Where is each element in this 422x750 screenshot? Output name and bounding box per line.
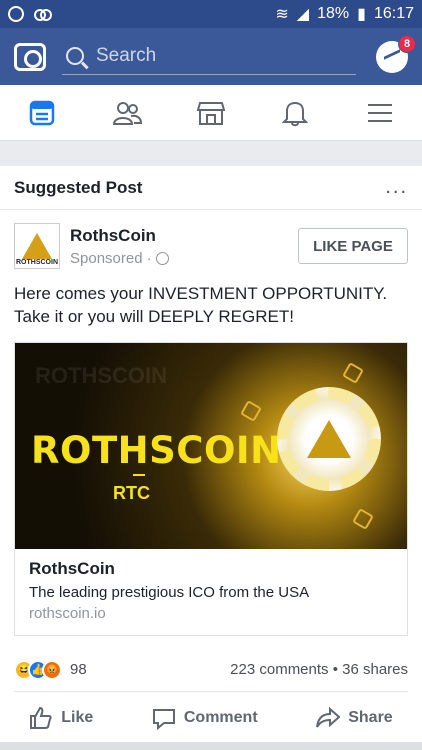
share-button[interactable]: Share [316,706,393,730]
avatar-text: ROTHSCOIN [16,259,58,266]
avatar[interactable]: ROTHSCOIN [14,223,60,269]
notification-icon [8,6,24,22]
comment-button[interactable]: Comment [152,706,258,730]
gear-logo-icon [277,387,381,491]
reactions-count[interactable]: 98 [70,661,87,678]
share-icon [316,706,341,728]
ghost-logo-text: ROTHSCOIN [35,363,167,388]
hex-decoration [342,362,364,384]
clock: 16:17 [373,5,414,22]
like-page-button[interactable]: LIKE PAGE [298,228,408,264]
ad-link[interactable]: ROTHSCOIN ROTHSCOIN RTC RothsCoin The le… [14,342,408,636]
bell-icon [282,101,309,126]
ad-info[interactable]: RothsCoin The leading prestigious ICO fr… [15,549,407,635]
post-actions: Like Comment Share [0,692,422,744]
hex-decoration [240,400,262,422]
ad-title: RothsCoin [29,559,115,578]
card-title: Suggested Post [14,177,143,197]
ad-image-ticker: RTC [113,483,150,503]
post-stats: 😆 👍 😡 98 223 comments • 36 shares [14,648,408,692]
suggested-post-card: Suggested Post ... ROTHSCOIN RothsCoin S… [0,166,422,750]
globe-icon [155,251,169,265]
angry-reaction-icon: 😡 [42,659,62,680]
tab-friends[interactable] [97,85,157,141]
rothscoin-logo-icon [22,233,52,259]
camera-icon[interactable] [14,42,46,71]
signal-icon: ◢ [296,6,310,23]
messenger-icon [384,48,400,63]
search-icon [66,47,84,65]
news-feed-icon [29,100,55,125]
share-label: Share [348,709,393,726]
tab-marketplace[interactable] [181,85,241,141]
tab-news-feed[interactable] [12,85,72,141]
voicemail-icon [34,9,52,21]
sponsored-label: Sponsored [70,249,143,267]
comment-label: Comment [183,709,258,726]
post-author: ROTHSCOIN RothsCoin Sponsored · LIKE PAG… [0,210,422,282]
like-label: Like [61,709,94,726]
messenger-button[interactable]: 8 [376,34,416,73]
search-placeholder: Search [96,45,157,66]
more-options-button[interactable]: ... [385,176,408,199]
wifi-icon: ≋ [275,6,289,23]
reactions[interactable]: 😆 👍 😡 [14,659,62,680]
menu-icon [367,103,392,122]
battery-icon: ▮ [357,6,366,23]
tab-notifications[interactable] [265,85,325,141]
search-input[interactable]: Search [62,39,356,75]
messenger-badge: 8 [398,34,416,53]
author-name[interactable]: RothsCoin [70,226,169,246]
card-header: Suggested Post ... [0,166,422,210]
ad-description: The leading prestigious ICO from the USA [29,584,310,601]
pyramid-icon [307,420,351,458]
battery-level: 18% [317,5,350,22]
hex-decoration [352,508,374,530]
tab-bar [0,85,422,141]
tab-menu[interactable] [350,85,410,141]
thumbs-up-icon [30,706,52,729]
status-bar: ≋ ◢ 18% ▮ 16:17 [0,0,422,28]
marketplace-icon [196,101,225,125]
friends-icon [112,101,142,125]
ad-url: rothscoin.io [29,605,106,622]
post-text: Here comes your INVESTMENT OPPORTUNITY. … [14,284,388,326]
ad-image-title: ROTHSCOIN [31,429,282,472]
comment-icon [152,709,175,730]
like-button[interactable]: Like [29,706,93,730]
comments-shares-count[interactable]: 223 comments • 36 shares [230,661,408,678]
top-bar: Search 8 [0,28,422,85]
ad-image[interactable]: ROTHSCOIN ROTHSCOIN RTC [15,343,407,549]
